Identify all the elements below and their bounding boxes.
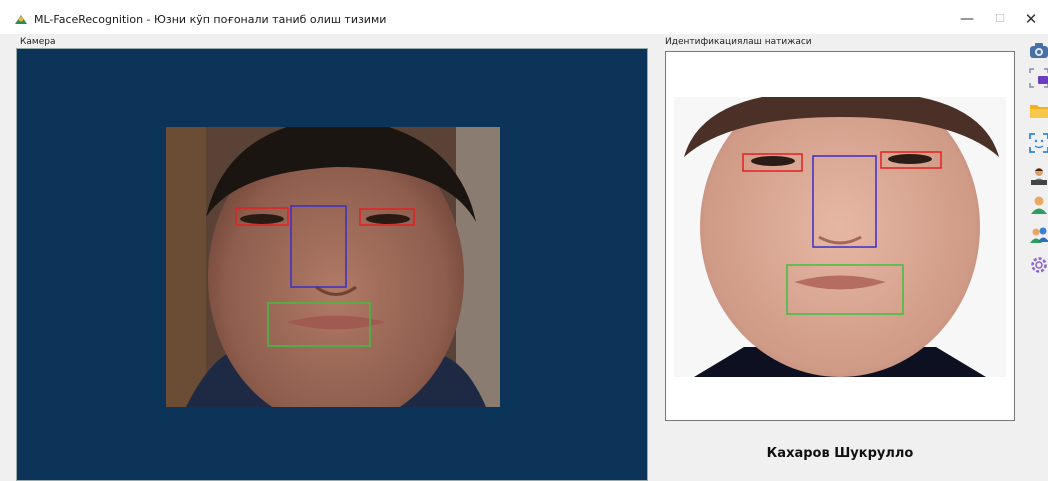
result-view xyxy=(665,51,1015,421)
camera-icon[interactable] xyxy=(1028,40,1048,62)
app-logo-icon xyxy=(15,15,27,24)
title-bar: ML-FaceRecognition - Юзни кўп поғонали т… xyxy=(0,0,1048,34)
camera-group-label: Камера xyxy=(20,37,56,47)
minimize-button[interactable]: — xyxy=(952,8,982,30)
settings-icon[interactable] xyxy=(1028,254,1048,276)
identified-person-name: Кахаров Шукрулло xyxy=(766,446,914,461)
user-icon[interactable] xyxy=(1028,194,1048,216)
face-scan-icon[interactable] xyxy=(1028,132,1048,154)
result-group-label: Идентификациялаш натижаси xyxy=(665,37,812,47)
camera-view xyxy=(16,48,648,481)
user-laptop-icon[interactable] xyxy=(1028,165,1048,187)
window-title: ML-FaceRecognition - Юзни кўп поғонали т… xyxy=(34,13,387,26)
matched-face-image xyxy=(674,97,1006,377)
capture-frame-icon[interactable] xyxy=(1028,67,1048,89)
maximize-button[interactable]: ☐ xyxy=(985,8,1015,30)
close-button[interactable]: ✕ xyxy=(1016,8,1046,30)
users-icon[interactable] xyxy=(1028,224,1048,246)
camera-face-image xyxy=(166,127,500,407)
folder-icon[interactable] xyxy=(1028,100,1048,122)
